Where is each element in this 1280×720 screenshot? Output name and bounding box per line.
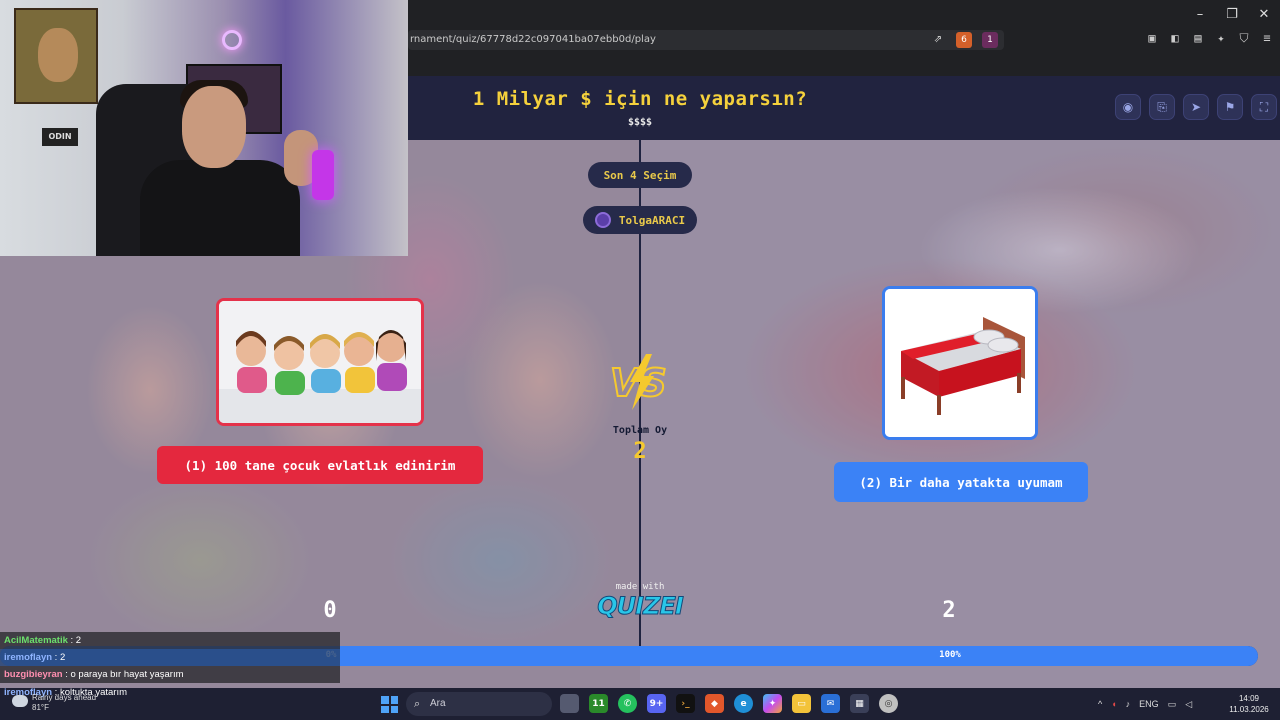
ring-lamp bbox=[222, 30, 242, 50]
total-votes-value: 2 bbox=[633, 439, 647, 464]
close-button[interactable]: ✕ bbox=[1248, 0, 1280, 28]
send-icon[interactable]: ➤ bbox=[1183, 94, 1209, 120]
taskbar-clock[interactable]: 14:09 11.03.2026 bbox=[1226, 693, 1272, 715]
search-placeholder: Ara bbox=[430, 698, 446, 709]
wall-sign: ODIN bbox=[42, 128, 78, 146]
tab-search-icon[interactable]: ▣ bbox=[1144, 30, 1160, 46]
vpn-shield-icon[interactable]: ⛉ bbox=[1236, 30, 1252, 46]
last-choices-button[interactable]: Son 4 Seçim bbox=[588, 162, 692, 188]
chat-text: : 2 bbox=[52, 652, 66, 663]
menu-icon[interactable]: ≡ bbox=[1259, 30, 1275, 46]
window-controls: – ❐ ✕ bbox=[1184, 0, 1280, 28]
clock-time: 14:09 bbox=[1238, 694, 1260, 703]
webcam-overlay: ODIN bbox=[0, 0, 408, 256]
minimize-button[interactable]: – bbox=[1184, 0, 1216, 28]
brave-browser-icon[interactable]: ◆ bbox=[705, 694, 724, 713]
weather-temperature: 81°F bbox=[32, 703, 49, 712]
microphone-icon[interactable]: ♪ bbox=[1126, 699, 1131, 709]
share-icon[interactable]: ⎘ bbox=[1149, 94, 1175, 120]
bed-photo bbox=[885, 289, 1035, 437]
chat-message: buzgibieyran : o paraya bır hayat yaşarı… bbox=[0, 666, 340, 683]
address-bar[interactable]: rnament/quiz/67778d22c097041ba07ebb0d/pl… bbox=[408, 30, 1004, 50]
discord-icon[interactable]: 9+ bbox=[647, 694, 666, 713]
mail-icon[interactable]: ✉ bbox=[821, 694, 840, 713]
rain-cloud-icon bbox=[12, 695, 28, 707]
taskbar-search[interactable]: ⌕ Ara bbox=[406, 692, 552, 716]
task-view-icon[interactable] bbox=[560, 694, 579, 713]
streamer-body bbox=[140, 160, 300, 256]
chrome-icon[interactable]: ◎ bbox=[879, 694, 898, 713]
chat-text: : o paraya bır hayat yaşarım bbox=[62, 669, 184, 680]
total-votes-label: Toplam Oy bbox=[612, 425, 668, 436]
option2-percent: 100% bbox=[939, 650, 961, 660]
windows-taskbar: iremoflayn : koltukta yatarım Rainy days… bbox=[0, 687, 1280, 720]
quizei-logo[interactable]: QUIZEI bbox=[592, 592, 688, 621]
chat-message: iremoflayn : 2 bbox=[0, 649, 340, 666]
app-tray-icon[interactable]: ◖ bbox=[1111, 699, 1116, 709]
wall-poster bbox=[14, 8, 98, 104]
xbox-icon[interactable]: 11 bbox=[589, 694, 608, 713]
chat-username: AcilMatematik bbox=[4, 635, 68, 646]
option1-vote-count: 0 bbox=[323, 598, 337, 623]
option1-button[interactable]: (1) 100 tane çocuk evlatlık edinirim bbox=[157, 446, 483, 484]
start-button[interactable] bbox=[381, 696, 398, 713]
option1-image[interactable] bbox=[216, 298, 424, 426]
weather-widget[interactable]: Rainy days ahead 81°F bbox=[12, 693, 96, 713]
flag-icon[interactable]: ⚑ bbox=[1217, 94, 1243, 120]
made-with-text: made with bbox=[615, 582, 665, 592]
brave-shields-icon[interactable]: 6 bbox=[956, 32, 972, 48]
sidebar-icon[interactable]: ◧ bbox=[1167, 30, 1183, 46]
header-actions: ◉ ⎘ ➤ ⚑ ⛶ bbox=[1115, 94, 1277, 120]
children-photo bbox=[219, 301, 421, 423]
network-icon[interactable]: ▭ bbox=[1168, 699, 1177, 710]
avatar bbox=[594, 212, 611, 228]
fullscreen-icon[interactable]: ⛶ bbox=[1251, 94, 1277, 120]
url-text: rnament/quiz/67778d22c097041ba07ebb0d/pl… bbox=[410, 34, 656, 45]
file-explorer-icon[interactable]: ▭ bbox=[792, 694, 811, 713]
versus-icon: VS bbox=[609, 354, 668, 410]
search-icon: ⌕ bbox=[414, 698, 421, 710]
chat-text: : 2 bbox=[67, 635, 82, 646]
option2-vote-count: 2 bbox=[942, 598, 956, 623]
chat-message: AcilMatematik : 2 bbox=[0, 632, 340, 649]
edge-icon[interactable]: e bbox=[734, 694, 753, 713]
terminal-icon[interactable]: ›_ bbox=[676, 694, 695, 713]
brave-rewards-icon[interactable]: 1 bbox=[982, 32, 998, 48]
share-page-icon[interactable]: ⇗ bbox=[930, 32, 946, 48]
player-name: TolgaARACI bbox=[618, 213, 686, 227]
player-badge[interactable]: TolgaARACI bbox=[583, 206, 697, 234]
wallet-icon[interactable]: ▤ bbox=[1190, 30, 1206, 46]
browser-toolbar: ▣ ◧ ▤ ✦ ⛉ ≡ bbox=[1144, 30, 1275, 46]
restore-button[interactable]: ❐ bbox=[1216, 0, 1248, 28]
leo-ai-icon[interactable]: ✦ bbox=[1213, 30, 1229, 46]
option2-image[interactable] bbox=[882, 286, 1038, 440]
whatsapp-icon[interactable]: ✆ bbox=[618, 694, 637, 713]
store-icon[interactable]: ▦ bbox=[850, 694, 869, 713]
copilot-icon[interactable]: ✦ bbox=[763, 694, 782, 713]
system-tray: ^ ◖ ♪ ENG ▭ ◁ bbox=[1098, 688, 1192, 720]
eye-icon[interactable]: ◉ bbox=[1115, 94, 1141, 120]
option2-button[interactable]: (2) Bir daha yatakta uyumam bbox=[834, 462, 1088, 502]
taskbar-apps: 11 ✆ 9+ ›_ ◆ e ✦ ▭ ✉ ▦ ◎ bbox=[560, 694, 898, 713]
chat-username: buzgibieyran bbox=[4, 669, 63, 680]
screen: – ❐ ✕ rnament/quiz/67778d22c097041ba07eb… bbox=[0, 0, 1280, 720]
chat-username: iremoflayn bbox=[4, 652, 53, 663]
streamer-head bbox=[182, 86, 246, 168]
clock-date: 11.03.2026 bbox=[1229, 705, 1269, 714]
address-bar-icons: ⇗ 6 1 bbox=[930, 32, 998, 48]
volume-icon[interactable]: ◁ bbox=[1185, 699, 1192, 710]
chevron-up-icon[interactable]: ^ bbox=[1098, 699, 1102, 709]
language-indicator[interactable]: ENG bbox=[1139, 699, 1159, 709]
microphone bbox=[312, 150, 334, 200]
weather-summary: Rainy days ahead bbox=[32, 693, 97, 702]
